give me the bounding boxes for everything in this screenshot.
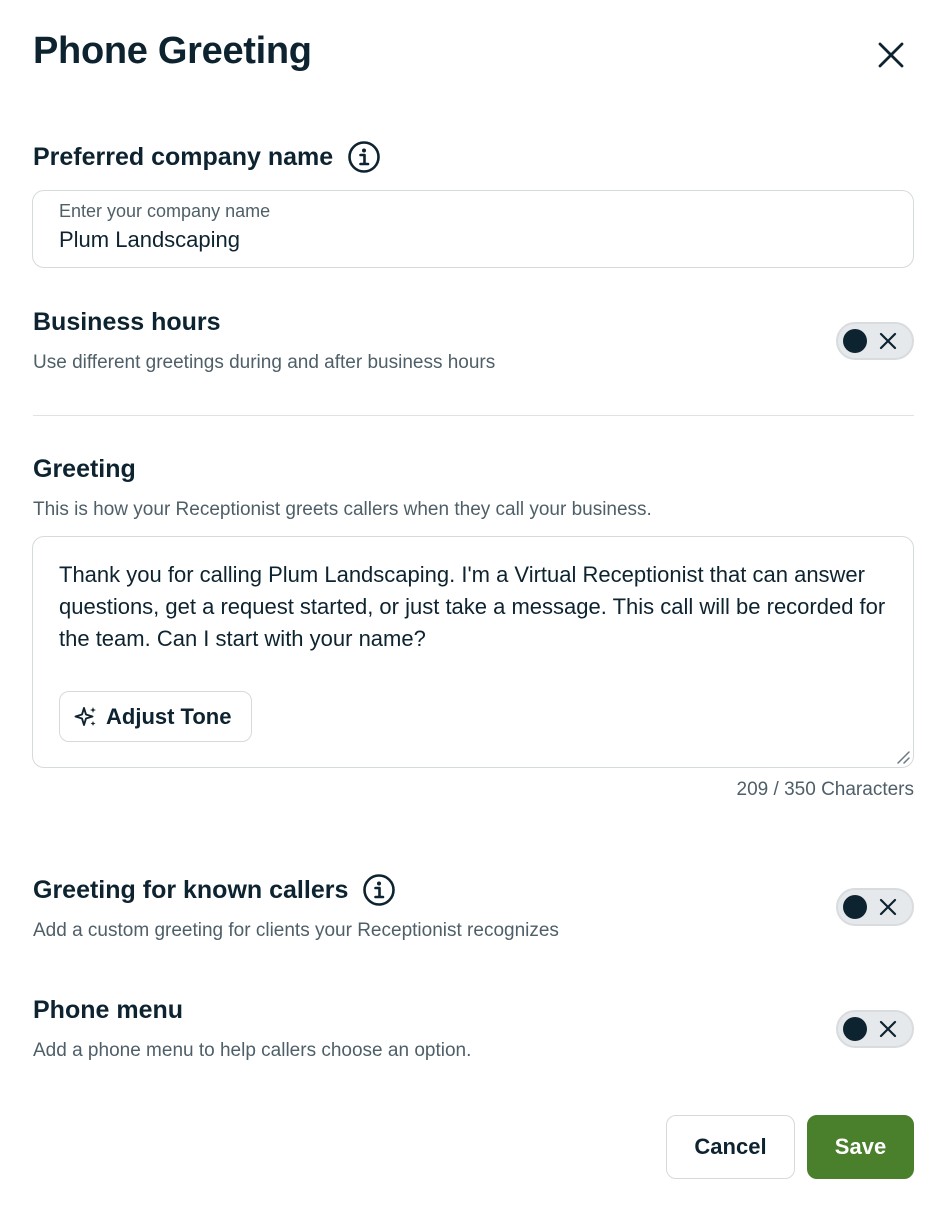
save-button[interactable]: Save: [807, 1115, 914, 1179]
close-button[interactable]: [866, 30, 916, 80]
adjust-tone-label: Adjust Tone: [106, 703, 232, 729]
company-name-field-label: Enter your company name: [59, 201, 271, 221]
info-icon[interactable]: [347, 140, 381, 174]
known-callers-heading: Greeting for known callers: [33, 873, 396, 907]
dialog-title: Phone Greeting: [33, 30, 312, 72]
business-hours-label: Business hours: [33, 308, 221, 336]
character-count: 209 / 350 Characters: [736, 779, 914, 800]
company-name-heading: Preferred company name: [33, 140, 381, 174]
known-callers-toggle[interactable]: [836, 888, 914, 926]
phone-menu-toggle[interactable]: [836, 1010, 914, 1048]
business-hours-toggle[interactable]: [836, 322, 914, 360]
toggle-knob: [843, 895, 867, 919]
toggle-knob: [843, 329, 867, 353]
known-callers-label: Greeting for known callers: [33, 875, 349, 904]
greeting-label: Greeting: [33, 455, 136, 483]
greeting-text[interactable]: Thank you for calling Plum Landscaping. …: [59, 559, 889, 655]
section-divider: [33, 415, 914, 416]
toggle-off-icon: [879, 332, 897, 350]
adjust-tone-button[interactable]: Adjust Tone: [59, 691, 253, 742]
sparkle-icon: [74, 705, 98, 729]
phone-greeting-dialog: Phone Greeting Preferred company name En…: [0, 0, 944, 1214]
company-name-field[interactable]: Enter your company name Plum Landscaping: [32, 190, 914, 268]
cancel-button[interactable]: Cancel: [666, 1115, 795, 1179]
toggle-knob: [843, 1017, 867, 1041]
toggle-off-icon: [879, 1020, 897, 1038]
greeting-description: This is how your Receptionist greets cal…: [33, 499, 652, 520]
info-icon[interactable]: [362, 873, 396, 907]
greeting-textarea[interactable]: Thank you for calling Plum Landscaping. …: [32, 536, 914, 768]
company-name-label: Preferred company name: [33, 142, 334, 171]
business-hours-description: Use different greetings during and after…: [33, 352, 496, 373]
toggle-off-icon: [879, 898, 897, 916]
known-callers-description: Add a custom greeting for clients your R…: [33, 920, 559, 941]
phone-menu-label: Phone menu: [33, 996, 184, 1024]
resize-handle-icon[interactable]: [895, 749, 911, 765]
phone-menu-description: Add a phone menu to help callers choose …: [33, 1040, 472, 1061]
close-icon: [878, 42, 904, 68]
company-name-input[interactable]: Plum Landscaping: [59, 227, 240, 253]
